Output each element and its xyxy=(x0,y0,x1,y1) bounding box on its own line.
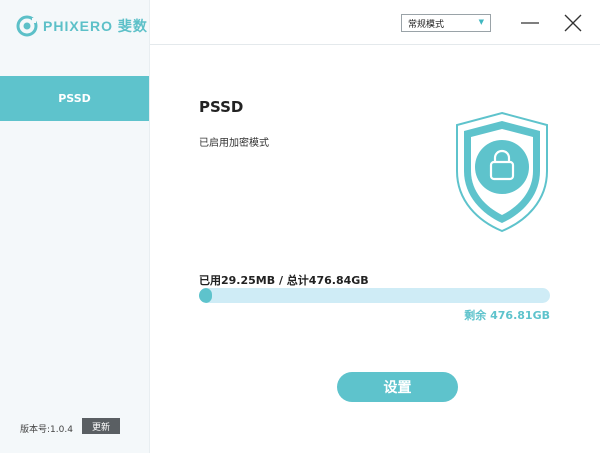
mode-select[interactable]: 常规模式 ▼ xyxy=(401,14,491,32)
close-icon xyxy=(564,14,582,32)
phixero-logo-icon xyxy=(16,15,38,37)
minimize-icon xyxy=(521,22,539,24)
app-logo: PHIXERO 斐数 xyxy=(16,14,148,38)
mode-select-value: 常规模式 xyxy=(408,19,445,30)
storage-usage-text: 已用29.25MB / 总计476.84GB xyxy=(199,274,369,287)
storage-progress-fill xyxy=(199,288,212,303)
encryption-status: 已启用加密模式 xyxy=(199,138,269,149)
version-label: 版本号:1.0.4 xyxy=(20,425,73,435)
close-button[interactable] xyxy=(563,12,583,34)
sidebar: PHIXERO 斐数 PSSD 版本号:1.0.4 更新 xyxy=(0,0,150,453)
shield-lock-icon xyxy=(456,111,548,233)
device-title: PSSD xyxy=(199,98,244,116)
sidebar-item-label: PSSD xyxy=(58,92,91,105)
minimize-button[interactable] xyxy=(520,12,540,34)
app-logo-text: PHIXERO 斐数 xyxy=(43,18,148,34)
storage-progress-bar xyxy=(199,288,550,303)
settings-button[interactable]: 设置 xyxy=(337,372,458,402)
header-divider xyxy=(150,44,600,45)
chevron-down-icon: ▼ xyxy=(478,18,484,26)
update-button[interactable]: 更新 xyxy=(82,418,120,434)
storage-remaining-text: 剩余 476.81GB xyxy=(464,309,550,322)
sidebar-item-pssd[interactable]: PSSD xyxy=(0,76,149,121)
